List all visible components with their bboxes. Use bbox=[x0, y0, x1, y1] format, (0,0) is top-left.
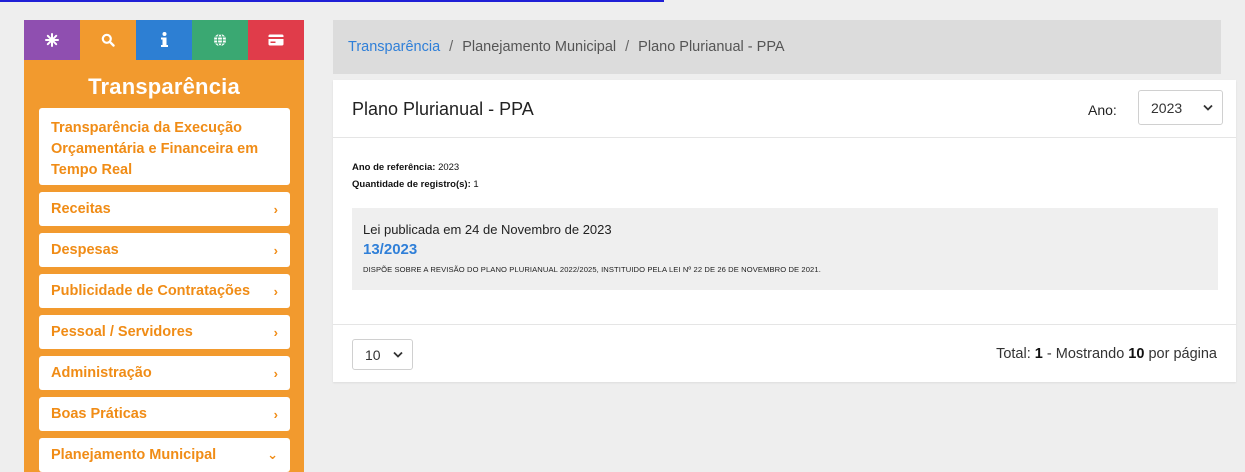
breadcrumb-separator: / bbox=[625, 39, 630, 55]
breadcrumb: Transparência / Planejamento Municipal /… bbox=[333, 20, 1221, 74]
sidebar-item-label: Transparência da Execução Orçamentária e… bbox=[51, 120, 259, 178]
sidebar-title: Transparência bbox=[88, 74, 240, 99]
per-page-suffix: por página bbox=[1148, 346, 1217, 362]
sidebar-item-label: Planejamento Municipal bbox=[51, 447, 217, 463]
year-select[interactable]: 2023 bbox=[1138, 90, 1223, 125]
page-title: Plano Plurianual - PPA bbox=[352, 99, 534, 119]
showing-prefix: - Mostrando bbox=[1046, 346, 1125, 362]
sidebar-item-planejamento-municipal[interactable]: Planejamento Municipal ⌄ bbox=[39, 438, 290, 472]
breadcrumb-separator: / bbox=[449, 39, 454, 55]
reference-year-value: 2023 bbox=[438, 162, 460, 173]
reference-year-label: Ano de referência: bbox=[352, 162, 436, 173]
gear-icon[interactable] bbox=[24, 20, 80, 60]
sidebar-item-receitas[interactable]: Receitas › bbox=[39, 192, 290, 226]
list-item: Lei publicada em 24 de Novembro de 2023 … bbox=[352, 208, 1218, 290]
sidebar-item-label: Boas Práticas bbox=[51, 406, 147, 422]
chevron-down-icon: ⌄ bbox=[267, 447, 278, 462]
sidebar-item-execucao-tempo-real[interactable]: Transparência da Execução Orçamentária e… bbox=[39, 108, 290, 185]
sidebar-item-label: Publicidade de Contratações bbox=[51, 283, 251, 299]
sidebar-item-label: Administração bbox=[51, 365, 152, 381]
sidebar-item-administracao[interactable]: Administração › bbox=[39, 356, 290, 390]
chevron-down-icon bbox=[393, 349, 403, 361]
chevron-right-icon: › bbox=[273, 365, 278, 381]
chevron-right-icon: › bbox=[273, 242, 278, 258]
total-prefix: Total: bbox=[996, 346, 1031, 362]
record-count-line: Quantidade de registro(s): 1 bbox=[352, 176, 479, 193]
sidebar-item-despesas[interactable]: Despesas › bbox=[39, 233, 290, 267]
chevron-right-icon: › bbox=[273, 283, 278, 299]
sidebar-icon-bar bbox=[24, 20, 304, 60]
top-accent-line bbox=[0, 0, 664, 2]
ppa-card: Plano Plurianual - PPA Ano: 2023 Ano de … bbox=[333, 80, 1236, 382]
pagination-summary: Total: 1 - Mostrando 10 por página bbox=[996, 346, 1217, 362]
record-count-label: Quantidade de registro(s): bbox=[352, 179, 471, 190]
year-select-value: 2023 bbox=[1151, 99, 1183, 116]
year-label: Ano: bbox=[1088, 102, 1117, 118]
sidebar-item-label: Despesas bbox=[51, 242, 119, 258]
card-footer: 10 Total: 1 - Mostrando 10 por página bbox=[333, 324, 1236, 383]
breadcrumb-item-current: Plano Plurianual - PPA bbox=[638, 39, 785, 55]
record-meta: Ano de referência: 2023 Quantidade de re… bbox=[352, 159, 479, 193]
record-number-link[interactable]: 13/2023 bbox=[363, 241, 417, 258]
globe-icon[interactable] bbox=[192, 20, 248, 60]
info-icon[interactable] bbox=[136, 20, 192, 60]
chevron-down-icon bbox=[1203, 102, 1213, 114]
per-page-select[interactable]: 10 bbox=[352, 339, 413, 370]
sidebar-menu: Transparência da Execução Orçamentária e… bbox=[24, 108, 304, 472]
breadcrumb-item-planejamento: Planejamento Municipal bbox=[462, 39, 617, 55]
card-icon[interactable] bbox=[248, 20, 304, 60]
breadcrumb-link-transparencia[interactable]: Transparência bbox=[348, 39, 440, 55]
chevron-right-icon: › bbox=[273, 406, 278, 422]
reference-year-line: Ano de referência: 2023 bbox=[352, 159, 479, 176]
sidebar-item-boas-praticas[interactable]: Boas Práticas › bbox=[39, 397, 290, 431]
card-header: Plano Plurianual - PPA Ano: 2023 bbox=[333, 80, 1236, 138]
sidebar-item-publicidade-contratacoes[interactable]: Publicidade de Contratações › bbox=[39, 274, 290, 308]
search-icon[interactable] bbox=[80, 20, 136, 60]
sidebar-item-pessoal-servidores[interactable]: Pessoal / Servidores › bbox=[39, 315, 290, 349]
sidebar: Transparência Transparência da Execução … bbox=[24, 20, 304, 472]
total-value: 1 bbox=[1034, 346, 1043, 362]
sidebar-item-label: Receitas bbox=[51, 201, 111, 217]
chevron-right-icon: › bbox=[273, 201, 278, 217]
sidebar-item-label: Pessoal / Servidores bbox=[51, 324, 193, 340]
chevron-right-icon: › bbox=[273, 324, 278, 340]
per-page-select-value: 10 bbox=[365, 346, 381, 363]
per-page-count: 10 bbox=[1128, 346, 1145, 362]
record-count-value: 1 bbox=[473, 179, 479, 190]
record-description: DISPÕE SOBRE A REVISÃO DO PLANO PLURIANU… bbox=[363, 265, 821, 274]
record-published-date: Lei publicada em 24 de Novembro de 2023 bbox=[363, 222, 612, 237]
